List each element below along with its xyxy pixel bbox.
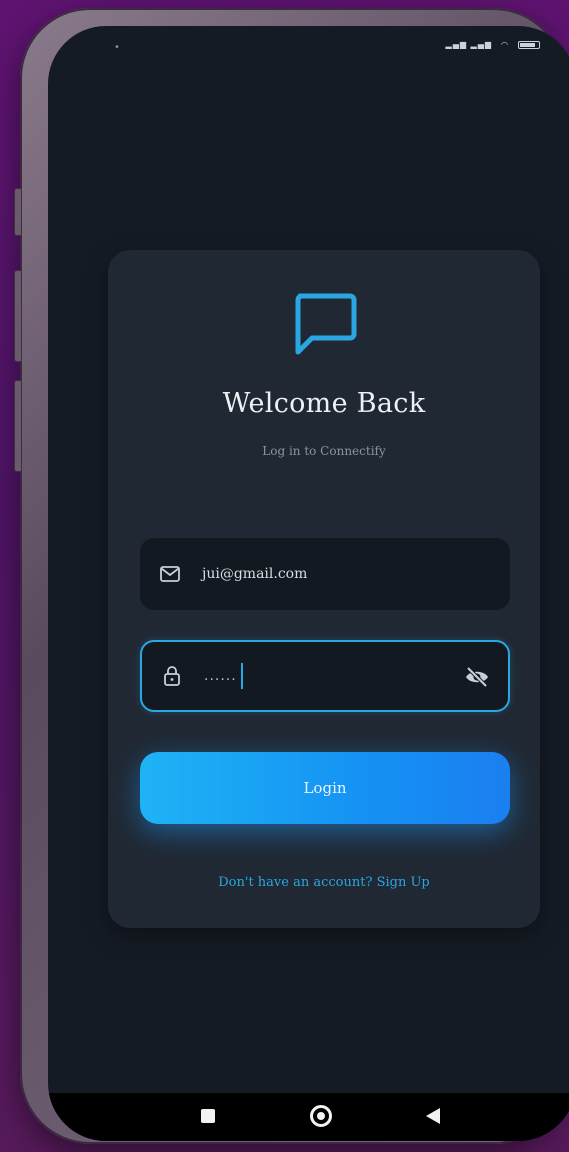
navigation-bar	[48, 1093, 569, 1141]
email-value[interactable]: jui@gmail.com	[202, 566, 307, 582]
lock-icon	[164, 666, 180, 686]
recent-apps-button[interactable]	[201, 1109, 215, 1123]
status-bar: • ▂▄▆ ▂▄▆ ◠	[48, 26, 569, 66]
wifi-icon: ◠	[501, 40, 509, 49]
signup-link[interactable]: Sign Up	[377, 875, 430, 890]
phone-frame: • ▂▄▆ ▂▄▆ ◠ Welcome Back Log in to Conne…	[14, 8, 569, 1144]
page-subtitle: Log in to Connectify	[262, 444, 386, 458]
password-field[interactable]: ......	[140, 640, 510, 712]
phone-volume-down	[14, 380, 22, 472]
home-button[interactable]	[310, 1105, 332, 1127]
status-icons: ▂▄▆ ▂▄▆ ◠	[446, 40, 540, 49]
battery-icon	[518, 40, 540, 49]
signup-row: Don't have an account? Sign Up	[108, 875, 540, 890]
text-cursor	[240, 663, 243, 689]
signup-prompt: Don't have an account?	[218, 875, 373, 890]
status-indicator: •	[114, 42, 120, 53]
phone-volume-up	[14, 270, 22, 362]
login-button[interactable]: Login	[140, 752, 510, 824]
back-button[interactable]	[424, 1107, 442, 1125]
chat-bubble-icon	[295, 293, 357, 355]
password-value[interactable]: ......	[204, 668, 237, 684]
network-icon: ▂▄▆ ▂▄▆	[445, 40, 493, 49]
mail-icon	[160, 566, 180, 582]
phone-side-button	[14, 188, 22, 236]
email-field[interactable]: jui@gmail.com	[140, 538, 510, 610]
phone-screen: • ▂▄▆ ▂▄▆ ◠ Welcome Back Log in to Conne…	[48, 26, 569, 1141]
page-title: Welcome Back	[222, 388, 426, 419]
login-card: Welcome Back Log in to Connectify jui@gm…	[108, 250, 540, 928]
eye-off-icon[interactable]	[464, 665, 490, 689]
